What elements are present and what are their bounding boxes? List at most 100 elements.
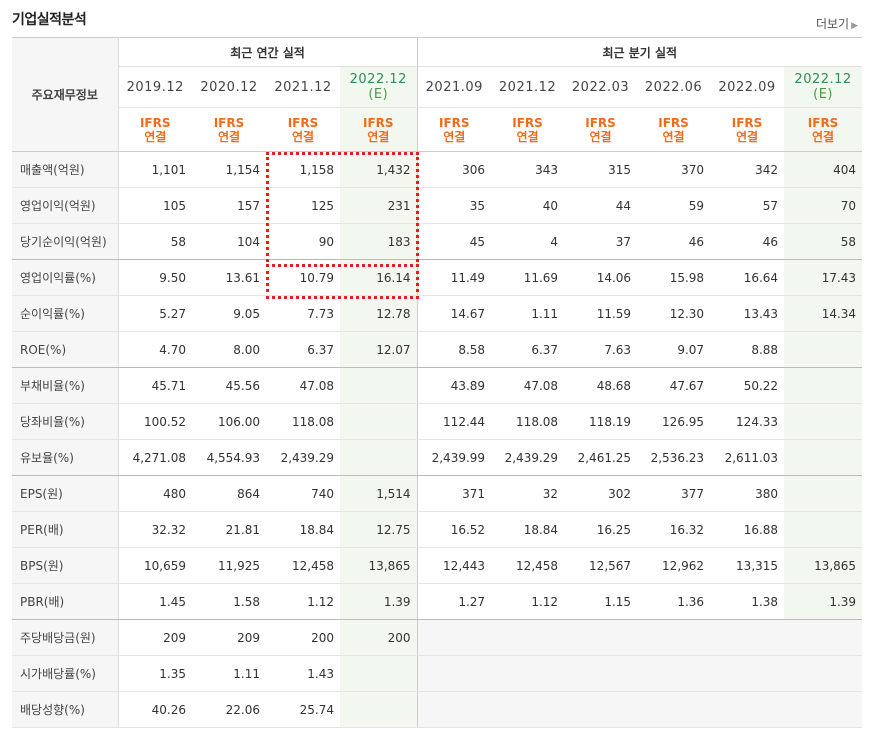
table-cell: 2,536.23 — [637, 439, 711, 476]
period-label: 2021.12 — [274, 79, 332, 95]
row-label: PER(배) — [12, 511, 119, 548]
table-cell: 1.27 — [417, 583, 492, 620]
table-row: 배당성향(%) 40.26 22.06 25.74 — [12, 691, 863, 728]
table-cell — [784, 439, 863, 476]
table-cell — [340, 691, 418, 728]
period-label: 2022.06 — [644, 79, 703, 95]
table-cell — [710, 691, 785, 728]
ifrs-bottom: 연결 — [367, 129, 390, 144]
row-label: 영업이익(억원) — [12, 187, 119, 224]
table-cell: 104 — [192, 223, 266, 260]
table-cell: 47.08 — [491, 367, 565, 404]
period-header: 2022.12 (E) — [340, 66, 418, 108]
table-cell: 106.00 — [192, 403, 266, 440]
ifrs-bottom: 연결 — [662, 129, 685, 144]
table-cell: 1.58 — [192, 583, 266, 620]
table-cell — [637, 619, 711, 656]
table-cell: 2,439.29 — [266, 439, 340, 476]
table-cell: 315 — [564, 151, 638, 188]
ifrs-bottom: 연결 — [516, 129, 539, 144]
period-header: 2021.09 — [417, 66, 492, 108]
table-cell: 105 — [118, 187, 192, 224]
table-row: 당기순이익(억원) 58 104 90 183 45 4 37 46 46 58 — [12, 223, 863, 260]
table-cell: 1.43 — [266, 655, 340, 692]
ifrs-top: IFRS — [439, 115, 470, 130]
table-cell — [340, 367, 418, 404]
period-label: 2020.12 — [200, 79, 258, 95]
chevron-right-icon: ▶ — [851, 21, 858, 31]
table-cell — [491, 691, 565, 728]
table-row: PBR(배) 1.45 1.58 1.12 1.39 1.27 1.12 1.15 1.36 1.… — [12, 583, 863, 620]
table-cell: 40.26 — [118, 691, 192, 728]
table-cell: 183 — [340, 223, 418, 260]
table-cell: 864 — [192, 475, 266, 512]
table-cell: 18.84 — [491, 511, 565, 548]
table-cell: 1.12 — [491, 583, 565, 620]
table-cell: 11.59 — [564, 295, 638, 332]
table-cell — [491, 655, 565, 692]
table-cell — [340, 655, 418, 692]
table-row: 주당배당금(원) 209 209 200 200 — [12, 619, 863, 656]
table-cell — [784, 691, 863, 728]
table-cell: 11.49 — [417, 259, 492, 296]
table-cell: 13,865 — [340, 547, 418, 584]
row-label: 유보율(%) — [12, 439, 119, 476]
table-row: 영업이익률(%) 9.50 13.61 10.79 16.14 11.49 11.69 14.… — [12, 259, 863, 296]
table-cell: 58 — [784, 223, 863, 260]
annual-header: 최근 연간 실적 — [118, 37, 418, 67]
table-cell: 11.69 — [491, 259, 565, 296]
table-cell: 46 — [710, 223, 785, 260]
ifrs-label: IFRS 연결 — [340, 107, 418, 152]
table-cell: 370 — [637, 151, 711, 188]
table-cell: 1.45 — [118, 583, 192, 620]
table-cell: 112.44 — [417, 403, 492, 440]
table-cell: 16.32 — [637, 511, 711, 548]
ifrs-label: IFRS 연결 — [266, 107, 340, 152]
table-cell: 16.88 — [710, 511, 785, 548]
table-row: EPS(원) 480 864 740 1,514 371 32 302 377 380 — [12, 475, 863, 512]
table-cell: 40 — [491, 187, 565, 224]
table-cell: 59 — [637, 187, 711, 224]
table-cell: 43.89 — [417, 367, 492, 404]
table-cell — [491, 619, 565, 656]
row-label: 주당배당금(원) — [12, 619, 119, 656]
table-cell: 1,158 — [266, 151, 340, 188]
table-cell: 740 — [266, 475, 340, 512]
ifrs-top: IFRS — [807, 115, 839, 130]
more-link-label: 더보기 — [815, 17, 850, 31]
row-label: 영업이익률(%) — [12, 259, 119, 296]
table-cell — [340, 439, 418, 476]
more-link[interactable]: 더보기 ▶ — [816, 15, 858, 32]
table-cell: 12,962 — [637, 547, 711, 584]
table-cell: 2,611.03 — [710, 439, 785, 476]
table-cell: 45.56 — [192, 367, 266, 404]
table-cell — [564, 619, 638, 656]
ifrs-bottom: 연결 — [812, 129, 835, 144]
table-cell: 8.00 — [192, 331, 266, 368]
table-cell — [710, 655, 785, 692]
table-cell: 13.61 — [192, 259, 266, 296]
table-cell: 1,154 — [192, 151, 266, 188]
table-cell: 25.74 — [266, 691, 340, 728]
ifrs-top: IFRS — [731, 115, 763, 130]
period-header: 2022.12 (E) — [784, 66, 863, 108]
table-cell: 1.35 — [118, 655, 192, 692]
table-cell: 12,567 — [564, 547, 638, 584]
table-cell — [340, 403, 418, 440]
ifrs-label: IFRS 연결 — [192, 107, 266, 152]
table-cell: 125 — [266, 187, 340, 224]
ifrs-top: IFRS — [363, 115, 394, 130]
table-cell: 17.43 — [784, 259, 863, 296]
table-cell: 12,458 — [266, 547, 340, 584]
table-cell: 380 — [710, 475, 785, 512]
ifrs-top: IFRS — [512, 115, 543, 130]
ifrs-label: IFRS 연결 — [564, 107, 638, 152]
ifrs-label: IFRS 연결 — [784, 107, 863, 152]
table-cell: 16.52 — [417, 511, 492, 548]
table-cell: 8.58 — [417, 331, 492, 368]
table-cell: 209 — [192, 619, 266, 656]
table-cell: 4,554.93 — [192, 439, 266, 476]
financial-table: 주요재무정보 최근 연간 실적 최근 분기 실적 2019.12 2020.12 2… — [12, 37, 863, 728]
table-cell: 58 — [118, 223, 192, 260]
table-cell: 126.95 — [637, 403, 711, 440]
